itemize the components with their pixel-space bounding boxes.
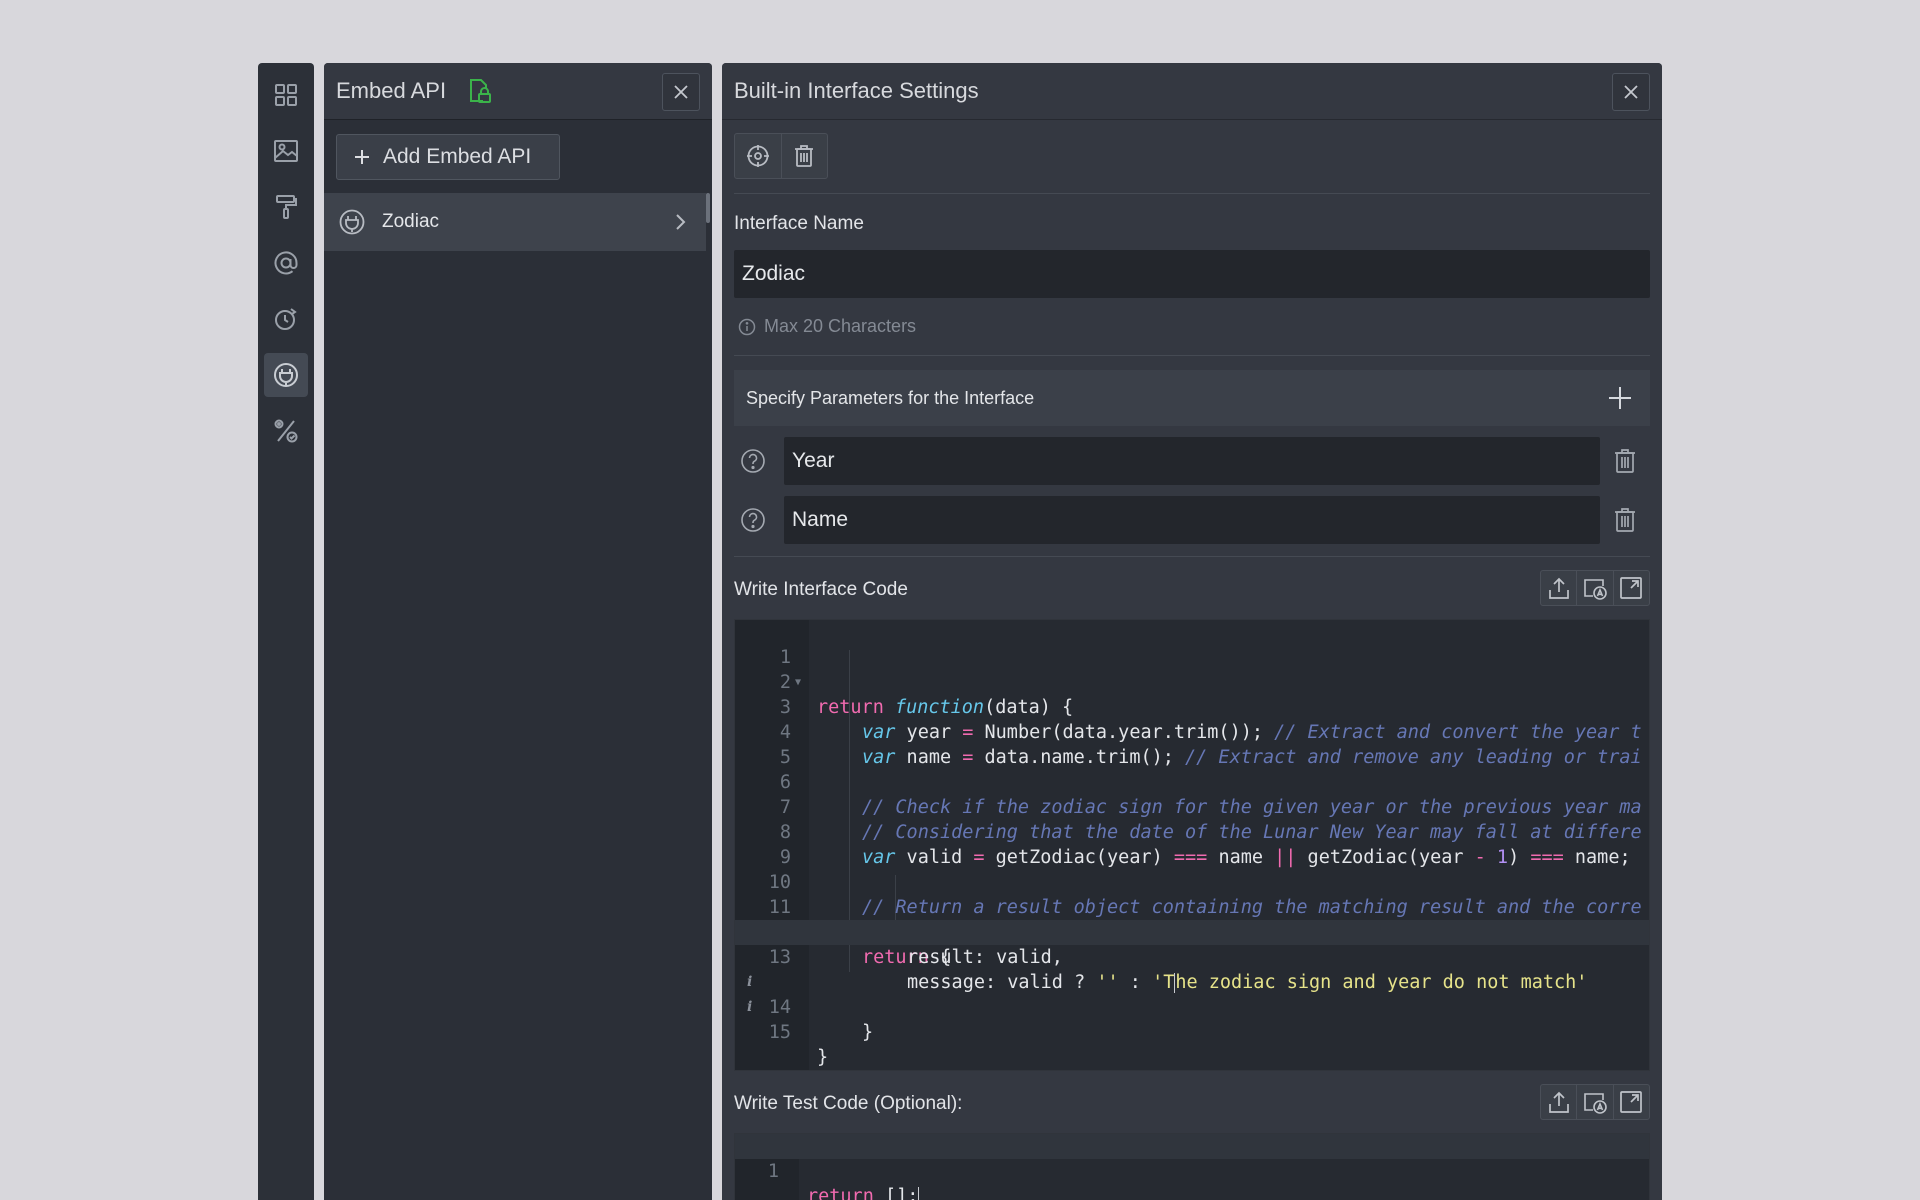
- add-embed-api-button[interactable]: Add Embed API: [336, 134, 560, 180]
- rail-mention-button[interactable]: [264, 241, 308, 285]
- rail-rules-button[interactable]: [264, 409, 308, 453]
- scrollbar[interactable]: [706, 193, 710, 223]
- code-text: }: [862, 1022, 874, 1043]
- hint-text: Max 20 Characters: [764, 316, 917, 336]
- code-line: 10 // Return a result object containing …: [735, 845, 1649, 918]
- settings-header: Built-in Interface Settings: [722, 63, 1662, 120]
- close-icon: [674, 85, 688, 99]
- expand-icon: [1620, 577, 1643, 599]
- list-item-label: Zodiac: [382, 211, 440, 232]
- code-line: i 15 }: [735, 970, 1649, 1068]
- paint-roller-icon: [276, 195, 297, 219]
- ai-code-button[interactable]: [1576, 571, 1612, 605]
- panel-title: Embed API: [336, 78, 447, 103]
- chevron-right-icon: [676, 214, 686, 230]
- code-editor[interactable]: 1 ▼ return function(data) { 2 3 var year…: [734, 619, 1650, 1071]
- param-input-name[interactable]: Name: [784, 496, 1600, 544]
- help-icon[interactable]: [740, 507, 766, 533]
- code-line: 7 // Considering that the date of the Lu…: [735, 770, 1649, 843]
- timer-icon: [275, 308, 297, 330]
- upload-code-button[interactable]: [1541, 571, 1576, 605]
- plug-icon: [339, 209, 365, 235]
- code-toolbar: [1540, 570, 1650, 606]
- interface-name-input[interactable]: Zodiac: [734, 250, 1650, 298]
- percent-check-icon: [274, 419, 298, 443]
- code-line: 1 ▼ return function(data) {: [735, 620, 1649, 718]
- divider: [734, 355, 1650, 356]
- test-code-editor[interactable]: 1 return [];: [734, 1133, 1650, 1200]
- expand-test-button[interactable]: [1612, 1085, 1649, 1119]
- code-line: 12 result: valid,: [735, 895, 1649, 968]
- upload-icon: [1548, 1091, 1569, 1113]
- list-item[interactable]: Zodiac: [324, 193, 706, 251]
- text-cursor: [918, 1187, 920, 1200]
- divider: [734, 556, 1650, 557]
- code-line: 5: [735, 720, 1649, 768]
- interface-settings-panel: Built-in Interface Settings Interface Na…: [722, 63, 1662, 1200]
- code-label: Write Interface Code: [734, 579, 908, 600]
- code-line: 4 var name = data.name.trim(); // Extrac…: [735, 695, 1649, 768]
- locate-button[interactable]: [735, 134, 781, 178]
- line-number: 1: [767, 1161, 779, 1182]
- code-line: 2: [735, 645, 1649, 693]
- trash-icon[interactable]: [1612, 447, 1638, 475]
- settings-title: Built-in Interface Settings: [734, 78, 979, 103]
- code-line: 6 // Check if the zodiac sign for the gi…: [735, 745, 1649, 818]
- grid-icon: [275, 84, 297, 106]
- test-code-toolbar: [1540, 1084, 1650, 1120]
- plus-icon: [355, 150, 369, 164]
- rail-api-button[interactable]: [264, 353, 308, 397]
- code-line-active: 13 message: valid ? '' : 'The zodiac sig…: [735, 920, 1649, 993]
- code-line: 3 var year = Number(data.year.trim()); /…: [735, 670, 1649, 743]
- rail-grid-button[interactable]: [264, 73, 308, 117]
- icon-rail: [258, 63, 314, 1200]
- ai-assist-icon: [1584, 1093, 1607, 1114]
- close-settings-button[interactable]: [1612, 73, 1650, 111]
- delete-interface-button[interactable]: [780, 134, 828, 178]
- params-title: Specify Parameters for the Interface: [746, 387, 1035, 408]
- test-code-label: Write Test Code (Optional):: [734, 1093, 963, 1114]
- param-input-year[interactable]: Year: [784, 437, 1600, 485]
- settings-toolbar: [734, 133, 828, 179]
- rail-paint-button[interactable]: [264, 185, 308, 229]
- expand-code-button[interactable]: [1612, 571, 1649, 605]
- trash-icon: [795, 145, 814, 167]
- embed-api-panel: Embed API Add Embed API Zodiac: [324, 63, 712, 1200]
- params-header: Specify Parameters for the Interface: [734, 370, 1650, 426]
- code-line: i 14 }: [735, 945, 1649, 1043]
- char-limit-hint: Max 20 Characters: [738, 316, 916, 337]
- upload-test-button[interactable]: [1541, 1085, 1576, 1119]
- ai-assist-icon: [1584, 579, 1607, 600]
- close-button[interactable]: [662, 73, 700, 111]
- plug-icon: [274, 363, 298, 387]
- rail-timer-button[interactable]: [264, 297, 308, 341]
- help-icon[interactable]: [740, 448, 766, 474]
- embed-api-header: Embed API: [324, 63, 712, 120]
- add-embed-api-label: Add Embed API: [383, 145, 532, 168]
- rail-image-button[interactable]: [264, 129, 308, 173]
- code-text: return [];: [807, 1184, 920, 1200]
- info-icon: [738, 318, 756, 335]
- line-number: 15: [768, 1022, 791, 1043]
- code-line: 9: [735, 820, 1649, 868]
- code-line: 8 var valid = getZodiac(year) === name |…: [735, 795, 1649, 868]
- lock-file-icon[interactable]: [464, 76, 494, 106]
- at-sign-icon: [274, 251, 298, 275]
- close-icon: [1624, 85, 1638, 99]
- info-marker-icon[interactable]: i: [747, 995, 752, 1020]
- image-icon: [274, 140, 298, 162]
- interface-name-label: Interface Name: [734, 213, 864, 234]
- crosshair-icon: [746, 145, 769, 167]
- divider: [734, 193, 1650, 194]
- upload-icon: [1548, 577, 1569, 599]
- trash-icon[interactable]: [1612, 506, 1638, 534]
- code-line-active: 1 return [];: [735, 1134, 1649, 1200]
- code-text: }: [817, 1047, 829, 1068]
- expand-icon: [1620, 1091, 1643, 1113]
- ai-test-button[interactable]: [1576, 1085, 1612, 1119]
- code-line: 11 ▼ return {: [735, 870, 1649, 968]
- add-parameter-icon[interactable]: [1606, 384, 1634, 412]
